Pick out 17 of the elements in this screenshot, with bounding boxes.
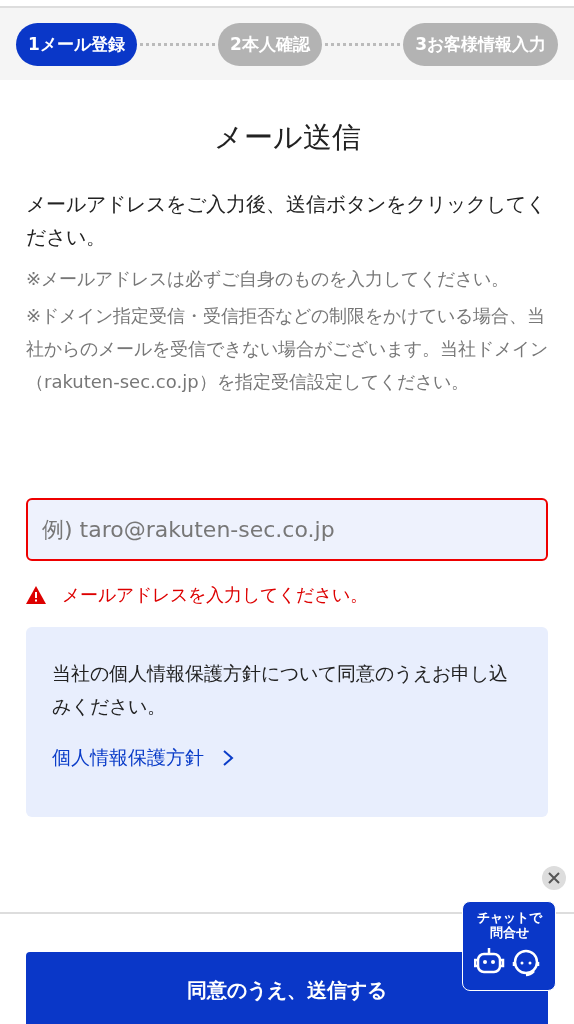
- step-indicator: 2本人確認: [218, 22, 322, 66]
- instruction-text: メールアドレスをご入力後、送信ボタンをクリックしてください。: [26, 191, 547, 251]
- close-button[interactable]: [542, 866, 566, 890]
- privacy-policy-link[interactable]: 個人情報保護方針: [52, 745, 234, 771]
- chat-button[interactable]: チャットで問合せ: [462, 901, 556, 991]
- step-indicator: 1メール登録: [16, 22, 137, 66]
- note-text: ※ドメイン指定受信・受信拒否などの制限をかけている場合、当社からのメールを受信できない場合がございます。当社ドメイン（rakuten-sec.co.jp）を指定受信設定してください。: [26, 304, 548, 394]
- chevron-right-icon: [222, 749, 234, 767]
- submit-button[interactable]: 同意のうえ、送信する: [26, 952, 548, 1024]
- error-message: メールアドレスを入力してください。: [62, 583, 368, 607]
- close-icon: [548, 872, 560, 884]
- page-title: メール送信: [212, 119, 362, 156]
- warning-icon: [26, 586, 46, 604]
- privacy-notice-text: 当社の個人情報保護方針について同意のうえお申し込みください。: [52, 661, 509, 719]
- note-text: ※メールアドレスは必ずご自身のものを入力してください。: [26, 267, 511, 291]
- email-input-field[interactable]: 例) taro@rakuten-sec.co.jp: [26, 498, 548, 561]
- step-indicator: 3お客様情報入力: [403, 22, 558, 66]
